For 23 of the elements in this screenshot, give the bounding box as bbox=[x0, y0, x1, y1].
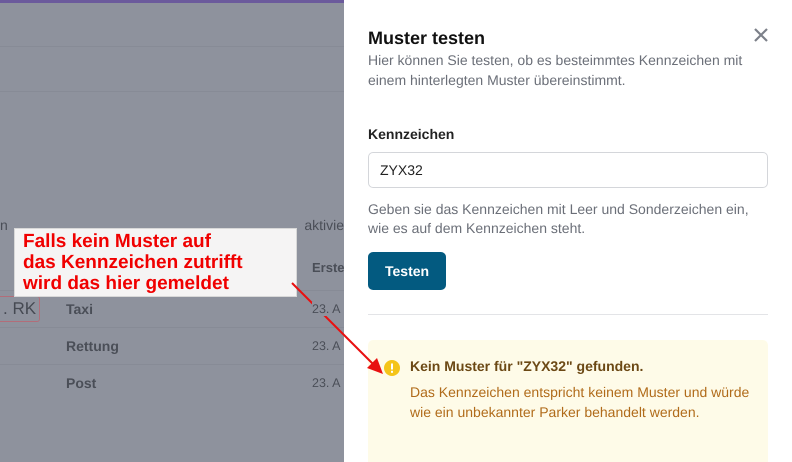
table-cell-text: Taxi bbox=[66, 301, 94, 317]
column-header: Erste bbox=[312, 260, 345, 274]
table-cell: 23. A bbox=[312, 339, 340, 353]
annotation-text: wird das hier gemeldet bbox=[23, 273, 230, 294]
table-cell: 23. A bbox=[312, 302, 340, 316]
field-label: Kennzeichen bbox=[368, 126, 456, 142]
drawer-description: Hier können Sie testen, ob es besteimmtes Kennzeichen mit einem hinterlegten Muster übereinstimmt. bbox=[368, 51, 744, 90]
description-text: aktivie bbox=[304, 217, 344, 233]
close-button[interactable] bbox=[754, 28, 768, 42]
input-field[interactable]: ZYX32 bbox=[368, 152, 768, 188]
warning-icon bbox=[384, 360, 400, 376]
annotation-text: Falls kein Muster auf bbox=[23, 231, 212, 252]
alert-message: Das Kennzeichen entspricht keinem Muster und würde wie ein unbekannter Parker behandelt werden. bbox=[410, 383, 750, 422]
drawer-title: Muster testen bbox=[368, 27, 486, 50]
close-icon bbox=[754, 28, 768, 42]
annotation-text: das Kennzeichen zutrifft bbox=[23, 252, 244, 273]
help-text: Geben sie das Kennzeichen mit Leer und Sonderzeichen ein, wie es auf dem Kennzeichen steht. bbox=[368, 200, 750, 238]
test-button[interactable]: Testen bbox=[368, 252, 446, 290]
table-cell-text: Post bbox=[66, 375, 98, 391]
table-cell-text: Rettung bbox=[66, 338, 120, 354]
description-text: n bbox=[0, 217, 8, 233]
alert-title: Kein Muster für "ZYX32" gefunden. bbox=[410, 358, 644, 374]
table-cell: 23. A bbox=[312, 376, 340, 390]
